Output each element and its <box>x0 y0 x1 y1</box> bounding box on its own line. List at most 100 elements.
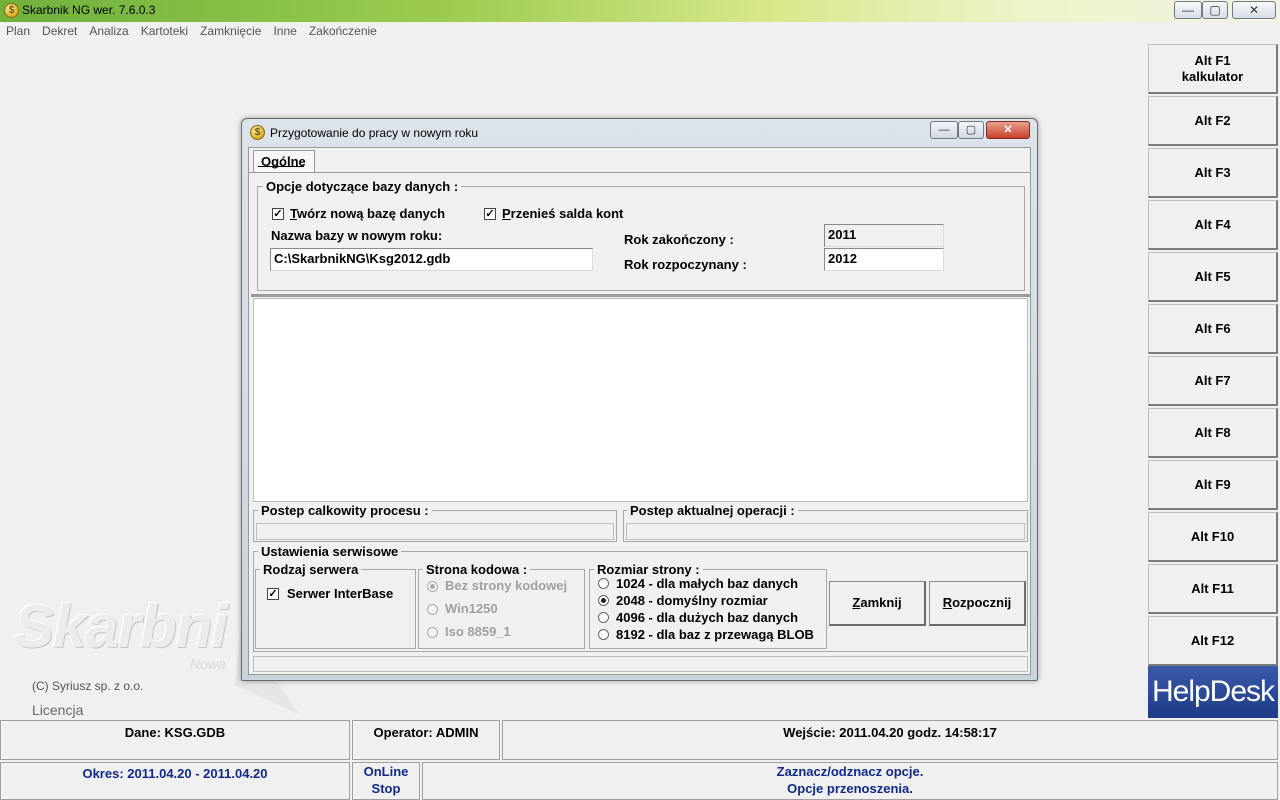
year-closed-label: Rok zakończony : <box>624 232 734 247</box>
pagesize-8192-radio[interactable] <box>598 629 609 640</box>
app-icon: $ <box>4 3 19 18</box>
server-type-group <box>255 569 416 649</box>
tab-ogolne[interactable]: Ogólne <box>253 150 315 172</box>
db-options-label: Opcje dotyczące bazy danych : <box>263 179 462 194</box>
codepage-none-radio[interactable] <box>427 581 438 592</box>
fkey-label: Alt F3 <box>1194 164 1231 180</box>
progress-current-label: Postep aktualnej operacji : <box>627 503 798 518</box>
title-bar: $ Skarbnik NG wer. 7.6.0.3 — ▢ ✕ <box>0 0 1280 22</box>
separator <box>251 294 1030 297</box>
pagesize-label: Rozmiar strony : <box>594 562 703 577</box>
fkey-9-button[interactable]: Alt F9 <box>1148 460 1278 510</box>
status-operator: Operator: ADMIN <box>352 720 500 760</box>
fkey-12-button[interactable]: Alt F12 <box>1148 616 1278 666</box>
status-hint: Zaznacz/odznacz opcje. Opcje przenoszeni… <box>422 762 1278 800</box>
codepage-label: Strona kodowa : <box>423 562 531 577</box>
dialog-close-button[interactable]: ✕ <box>986 121 1030 139</box>
menu-analiza[interactable]: Analiza <box>83 22 134 41</box>
transfer-balances-checkbox[interactable]: ✓ <box>484 208 496 220</box>
fkey-10-button[interactable]: Alt F10 <box>1148 512 1278 562</box>
pagesize-4096-radio[interactable] <box>598 612 609 623</box>
fkey-label: Alt F6 <box>1194 320 1231 336</box>
license-link[interactable]: Licencja <box>32 702 83 718</box>
maximize-button[interactable]: ▢ <box>1202 1 1228 19</box>
fkey-4-button[interactable]: Alt F4 <box>1148 200 1278 250</box>
interbase-label[interactable]: Serwer InterBase <box>287 586 393 601</box>
menu-zamkniecie[interactable]: Zamknięcie <box>194 22 267 41</box>
fkey-label: Alt F2 <box>1194 112 1231 128</box>
codepage-none-label[interactable]: Bez strony kodowej <box>445 578 567 593</box>
menu-zakonczenie[interactable]: Zakończenie <box>303 22 383 41</box>
status-period: Okres: 2011.04.20 - 2011.04.20 <box>0 762 350 800</box>
log-area[interactable] <box>253 298 1028 502</box>
codepage-win1250-radio[interactable] <box>427 604 438 615</box>
fkey-1-button[interactable]: Alt F1 kalkulator <box>1148 44 1278 94</box>
fkey-label: Alt F1 <box>1194 52 1231 68</box>
create-db-label[interactable]: Twórz nową bazę danych <box>290 206 445 221</box>
dialog-body: Ogólne Opcje dotyczące bazy danych : ✓ T… <box>248 147 1031 675</box>
new-year-dialog: $ Przygotowanie do pracy w nowym roku — … <box>241 118 1038 681</box>
db-name-input[interactable]: C:\SkarbnikNG\Ksg2012.gdb <box>270 248 593 271</box>
logo-text: Skarbni <box>14 593 228 660</box>
fkey-3-button[interactable]: Alt F3 <box>1148 148 1278 198</box>
year-started-input[interactable]: 2012 <box>824 248 944 271</box>
year-started-label: Rok rozpoczynany : <box>624 257 747 272</box>
fkey-label: Alt F4 <box>1194 216 1231 232</box>
pagesize-2048-label[interactable]: 2048 - domyślny rozmiar <box>616 593 826 608</box>
progress-total-bar <box>256 523 614 540</box>
menu-kartoteki[interactable]: Kartoteki <box>135 22 194 41</box>
status-online[interactable]: OnLine Stop <box>352 762 420 800</box>
fkey-8-button[interactable]: Alt F8 <box>1148 408 1278 458</box>
status-stop-label: Stop <box>371 781 401 796</box>
fkey-11-button[interactable]: Alt F11 <box>1148 564 1278 614</box>
codepage-win1250-label[interactable]: Win1250 <box>445 601 498 616</box>
close-button[interactable]: ✕ <box>1232 1 1276 19</box>
fkey-7-button[interactable]: Alt F7 <box>1148 356 1278 406</box>
dialog-minimize-button[interactable]: — <box>930 121 958 139</box>
fkey-2-button[interactable]: Alt F2 <box>1148 96 1278 146</box>
server-type-label: Rodzaj serwera <box>260 562 362 577</box>
fkey-label: Alt F5 <box>1194 268 1231 284</box>
progress-total-label: Postep calkowity procesu : <box>258 503 432 518</box>
menu-bar: Plan Dekret Analiza Kartoteki Zamknięcie Inne… <box>0 22 1280 41</box>
interbase-checkbox[interactable]: ✓ <box>267 588 279 600</box>
minimize-button[interactable]: — <box>1174 1 1202 19</box>
fkey-label: Alt F9 <box>1194 476 1231 492</box>
codepage-iso-radio[interactable] <box>427 627 438 638</box>
pagesize-1024-label[interactable]: 1024 - dla małych baz danych <box>616 576 826 591</box>
year-closed-field: 2011 <box>824 224 944 247</box>
db-name-label: Nazwa bazy w nowym roku: <box>271 228 443 243</box>
fkey-5-button[interactable]: Alt F5 <box>1148 252 1278 302</box>
status-login-time: Wejście: 2011.04.20 godz. 14:58:17 <box>502 720 1278 760</box>
fkey-label: Alt F7 <box>1194 372 1231 388</box>
menu-plan[interactable]: Plan <box>0 22 36 41</box>
menu-inne[interactable]: Inne <box>267 22 302 41</box>
dialog-title: Przygotowanie do pracy w nowym roku <box>270 126 479 140</box>
menu-dekret[interactable]: Dekret <box>36 22 83 41</box>
create-db-checkbox[interactable]: ✓ <box>272 208 284 220</box>
close-dialog-button[interactable]: Zamknij <box>829 581 926 626</box>
copyright-text: (C) Syriusz sp. z o.o. <box>32 679 144 693</box>
dialog-icon: $ <box>250 125 265 140</box>
fkey-6-button[interactable]: Alt F6 <box>1148 304 1278 354</box>
dialog-maximize-button[interactable]: ▢ <box>958 121 984 139</box>
fkey-label: Alt F8 <box>1194 424 1231 440</box>
fkey-label: Alt F12 <box>1190 632 1235 648</box>
transfer-balances-label[interactable]: Przenieś salda kont <box>502 206 623 221</box>
fkey-sublabel: kalkulator <box>1181 68 1244 84</box>
tab-underline <box>258 166 304 167</box>
pagesize-2048-radio[interactable] <box>598 595 609 606</box>
pagesize-8192-label[interactable]: 8192 - dla baz z przewagą BLOB <box>616 627 826 642</box>
status-hint-line2: Opcje przenoszenia. <box>787 781 913 796</box>
dialog-status-strip <box>253 656 1028 672</box>
pagesize-4096-label[interactable]: 4096 - dla dużych baz danych <box>616 610 826 625</box>
pagesize-1024-radio[interactable] <box>598 578 609 589</box>
codepage-iso-label[interactable]: Iso 8859_1 <box>445 624 511 639</box>
helpdesk-button[interactable]: HelpDesk <box>1148 666 1278 718</box>
fkey-label: Alt F10 <box>1190 528 1235 544</box>
service-settings-label: Ustawienia serwisowe <box>258 544 402 559</box>
progress-current-bar <box>626 523 1025 540</box>
start-button[interactable]: Rozpocznij <box>929 581 1026 626</box>
window-title: Skarbnik NG wer. 7.6.0.3 <box>22 3 156 17</box>
status-database: Dane: KSG.GDB <box>0 720 350 760</box>
